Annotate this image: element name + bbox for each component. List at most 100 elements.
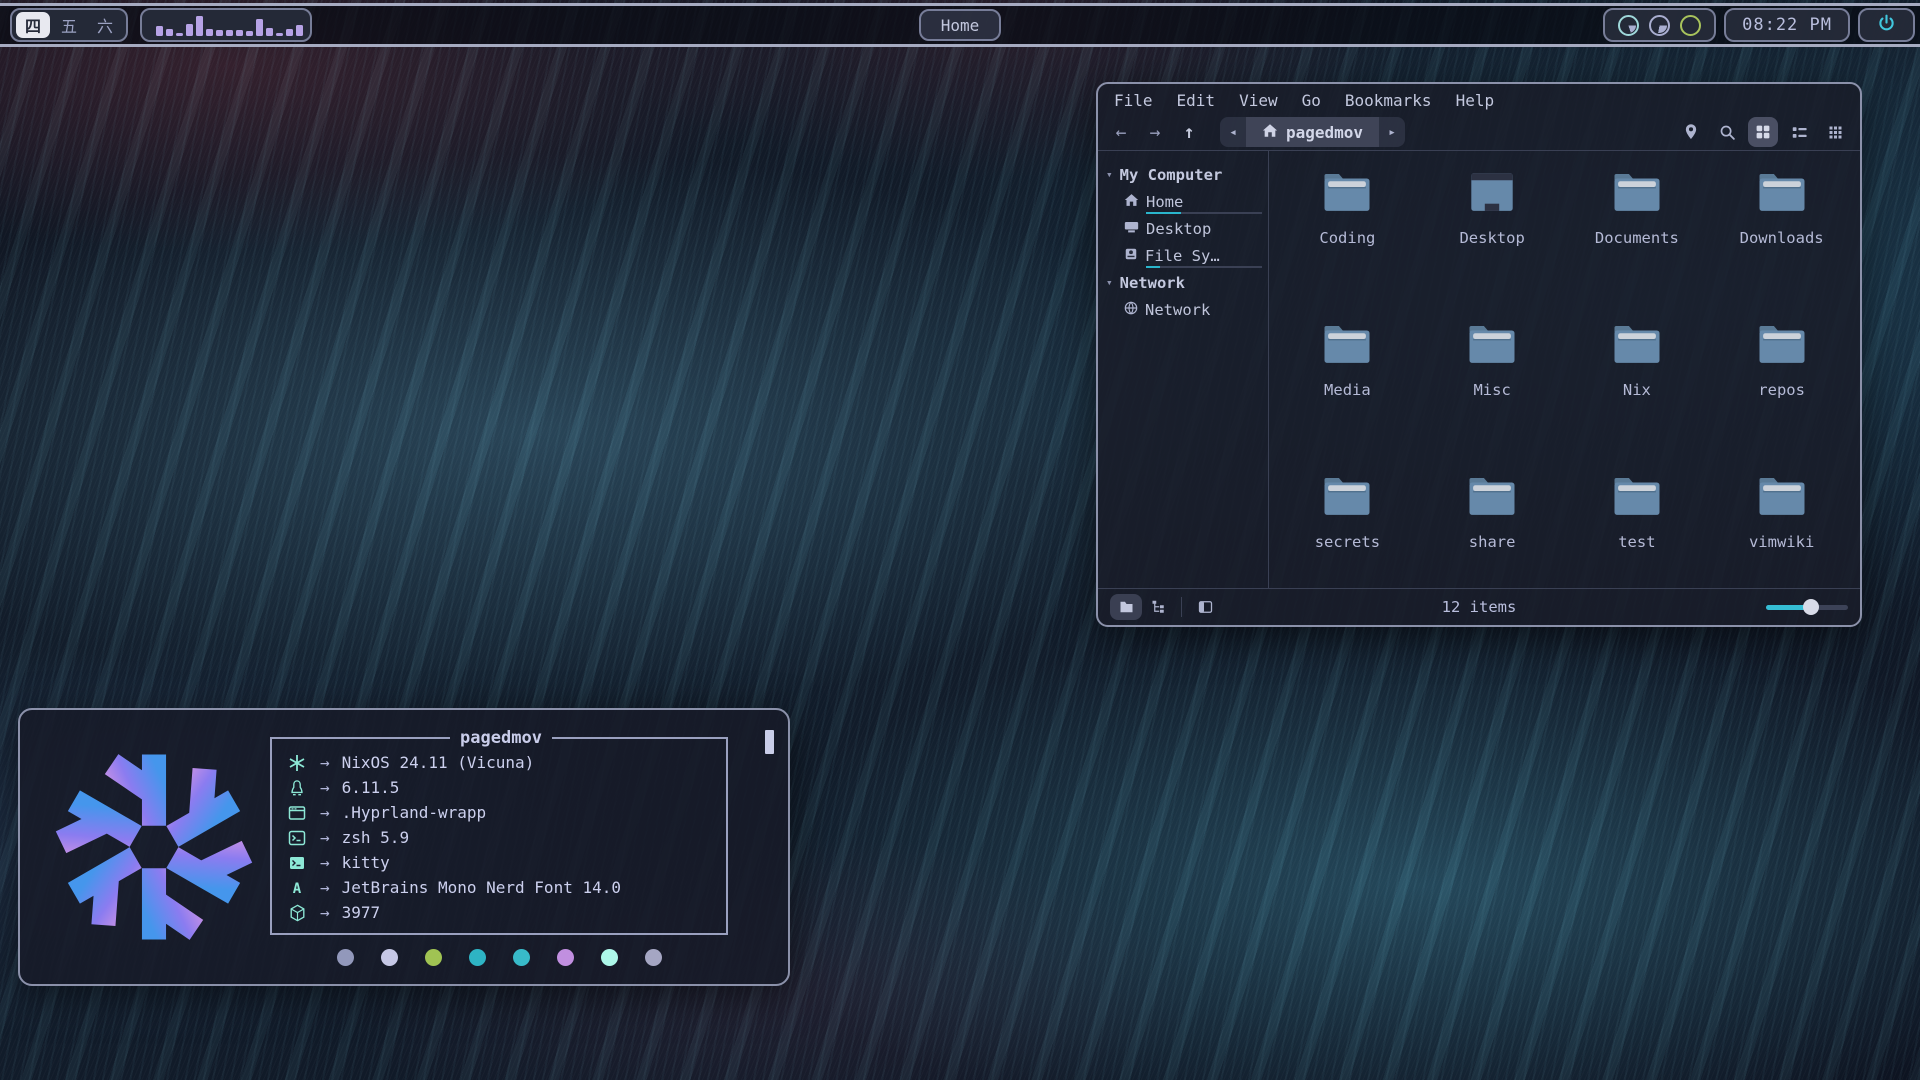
folder-icon [1465, 473, 1519, 523]
menu-item-file[interactable]: File [1114, 91, 1153, 110]
tree-pane-toggle[interactable] [1142, 594, 1174, 620]
path-scroll-right-icon[interactable]: ▸ [1379, 125, 1405, 140]
zoom-slider-handle[interactable] [1803, 599, 1819, 615]
gauge-fill [1683, 18, 1698, 33]
status-bar: 12 items [1098, 588, 1860, 625]
folder-misc[interactable]: Misc [1420, 321, 1565, 459]
gauge-ring [1680, 15, 1701, 36]
menu-item-help[interactable]: Help [1456, 91, 1495, 110]
list-view-button[interactable] [1784, 117, 1814, 147]
folder-icon [1465, 321, 1519, 371]
gauge-ring [1649, 15, 1670, 36]
visualizer-bar [266, 28, 273, 36]
folder-repos[interactable]: repos [1709, 321, 1854, 459]
folder-media[interactable]: Media [1275, 321, 1420, 459]
menu-bar: File Edit View Go Bookmarks Help [1098, 84, 1860, 114]
palette-dot [469, 949, 486, 966]
location-pin-icon[interactable] [1676, 117, 1706, 147]
fetch-value: JetBrains Mono Nerd Font 14.0 [342, 878, 621, 897]
visualizer-bar [236, 30, 243, 36]
sidebar-section-network[interactable]: ▾Network [1106, 269, 1268, 296]
fetch-row: →3977 [286, 900, 716, 925]
compact-view-button[interactable] [1820, 117, 1850, 147]
menu-item-edit[interactable]: Edit [1177, 91, 1216, 110]
back-button[interactable]: ← [1104, 122, 1138, 143]
nixos-logo [38, 726, 270, 968]
folder-desktop[interactable]: Desktop [1420, 169, 1565, 307]
palette-dot [513, 949, 530, 966]
workspace-button[interactable]: 四 [16, 12, 50, 38]
sidebar-item-label: Desktop [1146, 220, 1211, 238]
home-icon [1124, 193, 1139, 211]
sidebar-section-label: My Computer [1120, 166, 1223, 184]
fastfetch-box: pagedmov →NixOS 24.11 (Vicuna)→6.11.5→.H… [270, 728, 728, 935]
fetch-value: zsh 5.9 [342, 828, 409, 847]
fetch-value: 6.11.5 [342, 778, 400, 797]
path-tab-home[interactable]: pagedmov [1246, 117, 1379, 147]
system-gauges [1603, 8, 1716, 42]
folder-view: Coding Desktop DocumentsDownloads MediaMisc… [1269, 151, 1860, 588]
search-icon[interactable] [1712, 117, 1742, 147]
sidebar-collapse-button[interactable] [1189, 594, 1221, 620]
places-pane-toggle[interactable] [1110, 594, 1142, 620]
folder-label: vimwiki [1749, 533, 1814, 551]
fetch-row: →.Hyprland-wrapp [286, 800, 716, 825]
visualizer-bar [276, 33, 283, 36]
clock-widget: 08:22 PM [1724, 8, 1850, 42]
toolbar: ← → ↑ ◂ pagedmov ▸ [1098, 114, 1860, 150]
sidebar-item-home[interactable]: Home [1106, 188, 1268, 215]
folder-icon [1610, 169, 1664, 219]
forward-button[interactable]: → [1138, 122, 1172, 143]
folder-icon [1610, 321, 1664, 371]
places-sidebar: ▾My ComputerHome Desktop File Sy… ▾NetworkN… [1098, 151, 1269, 588]
font-icon: A [286, 880, 308, 896]
desktop-icon [1124, 220, 1139, 238]
home-icon [1262, 123, 1278, 142]
folder-label: share [1469, 533, 1516, 551]
disk-usage-bar [1146, 212, 1262, 214]
terminal-cursor [765, 730, 774, 754]
menu-item-view[interactable]: View [1239, 91, 1278, 110]
sidebar-item-label: File Sy… [1145, 247, 1220, 265]
sidebar-item-desktop[interactable]: Desktop [1106, 215, 1268, 242]
fetch-value: 3977 [342, 903, 381, 922]
icon-view-button[interactable] [1748, 117, 1778, 147]
visualizer-bar [176, 33, 183, 36]
disk-usage-bar [1146, 266, 1262, 268]
audio-visualizer [140, 8, 312, 42]
sidebar-item-network[interactable]: Network [1106, 296, 1268, 323]
focused-window-title: Home [919, 9, 1002, 41]
packages-icon [286, 904, 308, 922]
folder-nix[interactable]: Nix [1565, 321, 1710, 459]
folder-documents[interactable]: Documents [1565, 169, 1710, 307]
visualizer-bars [156, 14, 296, 36]
fetch-value: NixOS 24.11 (Vicuna) [342, 753, 535, 772]
visualizer-bar [166, 29, 173, 36]
folder-label: Coding [1319, 229, 1375, 247]
workspace-switcher[interactable]: 四五六 [10, 8, 128, 42]
sidebar-item-filesy[interactable]: File Sy… [1106, 242, 1268, 269]
up-button[interactable]: ↑ [1172, 122, 1206, 143]
fetch-row: A→JetBrains Mono Nerd Font 14.0 [286, 875, 716, 900]
arrow-icon: → [320, 853, 330, 872]
folder-icon [1755, 321, 1809, 371]
zoom-slider[interactable] [1766, 599, 1848, 615]
gauge-fill [1621, 18, 1636, 33]
workspace-button[interactable]: 六 [88, 12, 122, 38]
workspace-button[interactable]: 五 [52, 12, 86, 38]
menu-item-bookmarks[interactable]: Bookmarks [1345, 91, 1432, 110]
folder-coding[interactable]: Coding [1275, 169, 1420, 307]
path-scroll-left-icon[interactable]: ◂ [1220, 125, 1246, 140]
folder-downloads[interactable]: Downloads [1709, 169, 1854, 307]
terminal-window[interactable]: pagedmov →NixOS 24.11 (Vicuna)→6.11.5→.H… [18, 708, 790, 986]
palette-dot [645, 949, 662, 966]
power-button[interactable] [1858, 8, 1915, 42]
clock-text: 08:22 PM [1742, 15, 1832, 35]
folder-icon [1320, 473, 1374, 523]
visualizer-bar [286, 29, 293, 36]
folder-label: Desktop [1459, 229, 1524, 247]
menu-item-go[interactable]: Go [1302, 91, 1321, 110]
visualizer-bar [206, 29, 213, 36]
power-icon [1876, 13, 1897, 38]
sidebar-section-my-computer[interactable]: ▾My Computer [1106, 161, 1268, 188]
